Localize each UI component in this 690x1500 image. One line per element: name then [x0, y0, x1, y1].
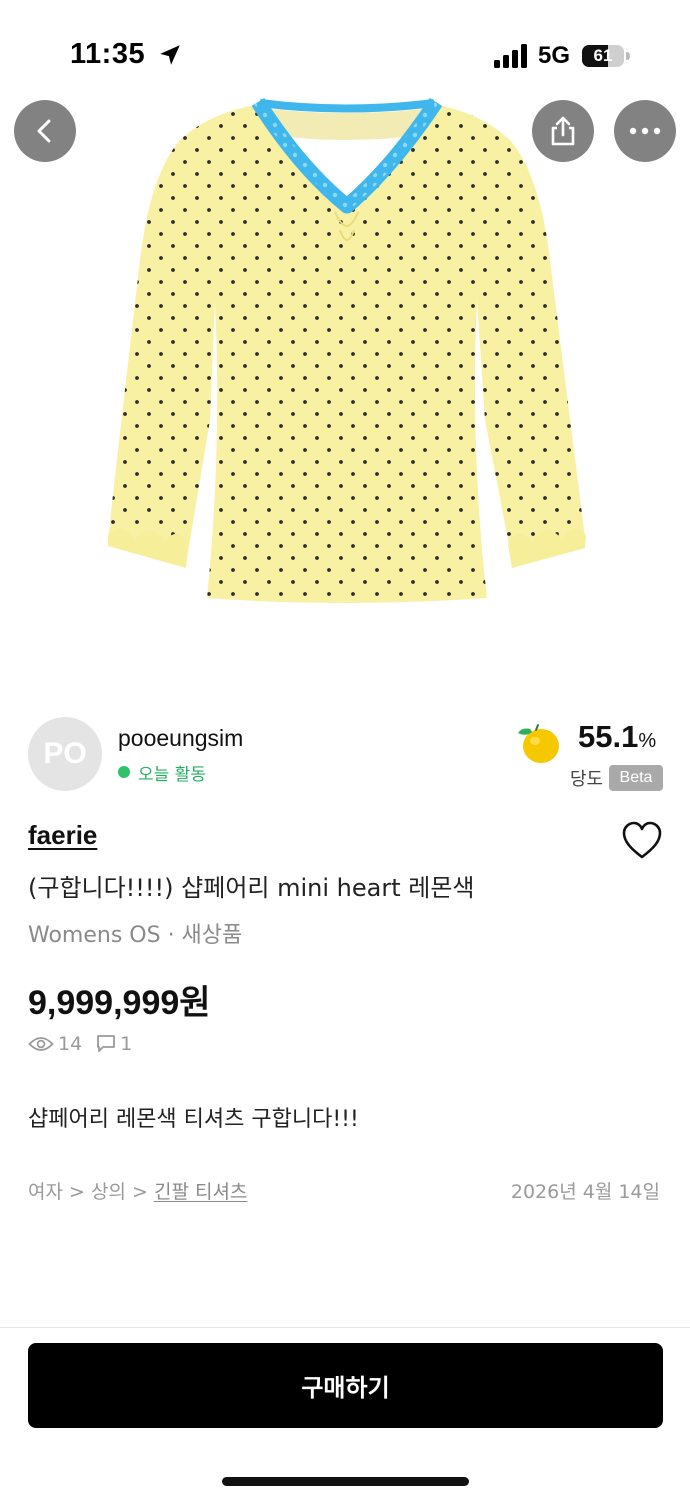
location-arrow-icon	[160, 45, 180, 65]
post-date: 2026년 4월 14일	[510, 1181, 660, 1203]
views-count: 14	[58, 1033, 83, 1055]
bottom-divider	[0, 1327, 690, 1328]
product-title: (구합니다!!!!) 샵페어리 mini heart 레몬색	[28, 874, 475, 902]
home-indicator	[222, 1477, 469, 1486]
breadcrumb-separator: >	[69, 1181, 85, 1203]
network-type: 5G	[538, 42, 571, 69]
breadcrumb-level3[interactable]: 긴팔 티셔츠	[154, 1181, 247, 1203]
battery-percent: 61	[593, 46, 613, 65]
share-button[interactable]	[532, 100, 594, 162]
activity-status-dot	[118, 766, 130, 778]
more-horizontal-icon	[629, 127, 661, 135]
heart-outline-icon	[622, 821, 662, 859]
like-button[interactable]	[620, 820, 664, 862]
signal-icon	[494, 44, 527, 68]
eye-icon	[28, 1037, 54, 1051]
chevron-left-icon	[37, 119, 51, 143]
battery-icon: 61	[582, 45, 630, 67]
product-meta: Womens OS · 새상품	[28, 923, 243, 948]
product-description: 샵페어리 레몬색 티셔츠 구합니다!!!	[28, 1107, 359, 1132]
comments-count: 1	[120, 1033, 133, 1055]
product-stats: 14 1	[28, 1031, 146, 1057]
back-button[interactable]	[14, 100, 76, 162]
product-image[interactable]	[0, 0, 690, 690]
lemon-icon	[518, 724, 559, 763]
seller-section[interactable]: PO pooeungsim 오늘 활동 55.1% 당도 Beta	[28, 717, 664, 797]
category-breadcrumb: 여자 > 상의 > 긴팔 티셔츠	[28, 1177, 247, 1204]
seller-avatar[interactable]: PO	[28, 717, 102, 791]
seller-name[interactable]: pooeungsim	[118, 725, 243, 752]
sweetness-label[interactable]: 당도	[570, 765, 603, 791]
sweetness-value: 55.1%	[578, 719, 657, 754]
more-button[interactable]	[614, 100, 676, 162]
chat-bubble-icon	[97, 1035, 116, 1052]
buy-button[interactable]: 구매하기	[28, 1343, 663, 1428]
share-icon	[551, 116, 575, 146]
status-time: 11:35	[70, 38, 146, 70]
beta-badge: Beta	[609, 765, 663, 791]
brand-link[interactable]: faerie	[28, 820, 97, 851]
breadcrumb-level1[interactable]: 여자	[28, 1181, 63, 1203]
product-price: 9,999,999원	[28, 984, 211, 1022]
breadcrumb-level2[interactable]: 상의	[91, 1181, 126, 1203]
yellow-polka-dot-shirt-image	[108, 97, 586, 603]
breadcrumb-separator: >	[132, 1181, 148, 1203]
activity-status-text: 오늘 활동	[138, 765, 206, 785]
status-bar: 11:35 5G 61	[0, 0, 690, 100]
